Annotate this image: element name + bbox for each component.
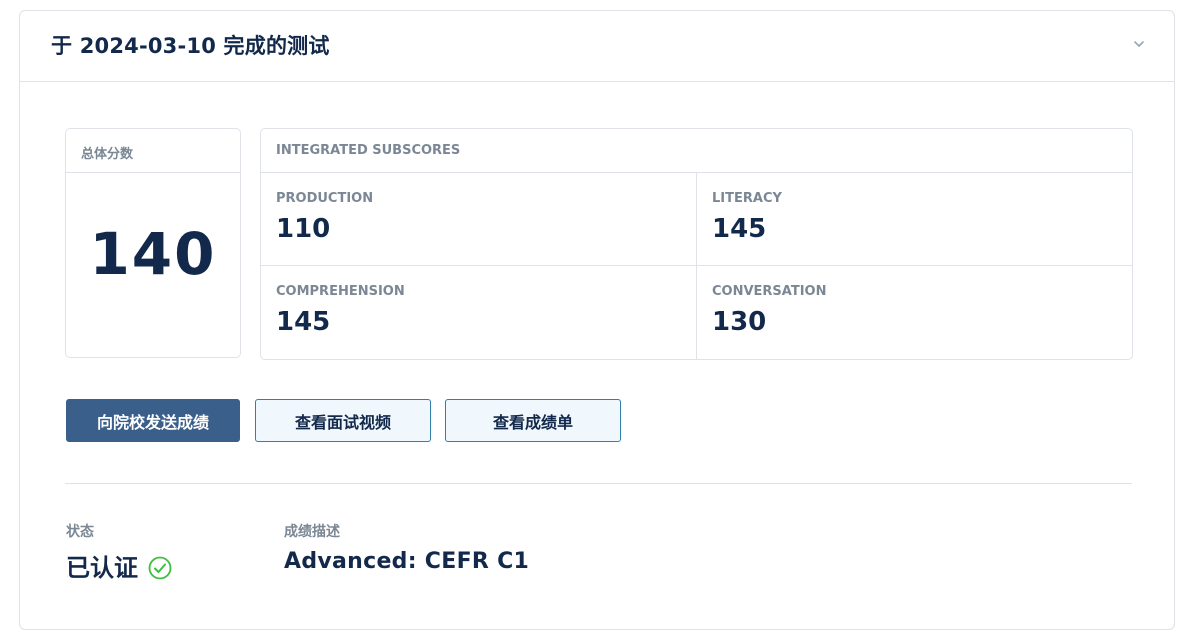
view-transcript-button[interactable]: 查看成绩单 [445,399,621,442]
subscore-comprehension: COMPREHENSION 145 [261,266,697,359]
subscore-name: CONVERSATION [712,284,827,299]
total-score-value: 140 [89,220,217,288]
subscore-name: COMPREHENSION [276,284,405,299]
divider [66,172,240,173]
status-text: 已认证 [66,554,138,582]
subscore-value: 145 [712,214,767,244]
subscores-box: INTEGRATED SUBSCORES PRODUCTION 110 LITE… [260,128,1133,360]
chevron-down-icon[interactable] [1132,37,1146,51]
status-value: 已认证 [66,548,172,583]
subscore-conversation: CONVERSATION 130 [697,266,1132,359]
subscore-literacy: LITERACY 145 [697,173,1132,266]
subscore-value: 110 [276,214,331,244]
status-label: 状态 [66,524,94,540]
view-interview-video-button[interactable]: 查看面试视频 [255,399,431,442]
check-circle-icon [148,556,172,579]
score-description-label: 成绩描述 [284,524,340,540]
subscores-label: INTEGRATED SUBSCORES [276,143,461,158]
card-header[interactable]: 于 2024-03-10 完成的测试 [20,11,1174,82]
test-date-title: 于 2024-03-10 完成的测试 [51,34,330,58]
subscore-name: LITERACY [712,191,782,206]
subscores-grid: PRODUCTION 110 LITERACY 145 COMPREHENSIO… [261,173,1132,359]
subscore-value: 130 [712,307,767,337]
total-score-label: 总体分数 [81,147,134,162]
score-description-value: Advanced: CEFR C1 [284,549,530,574]
subscore-value: 145 [276,307,331,337]
send-scores-button[interactable]: 向院校发送成绩 [66,399,240,442]
total-score-box: 总体分数 140 [65,128,241,358]
subscore-name: PRODUCTION [276,191,374,206]
section-divider [65,483,1132,484]
subscore-production: PRODUCTION 110 [261,173,697,266]
test-result-card: 于 2024-03-10 完成的测试 总体分数 140 INTEGRATED S… [19,10,1175,630]
